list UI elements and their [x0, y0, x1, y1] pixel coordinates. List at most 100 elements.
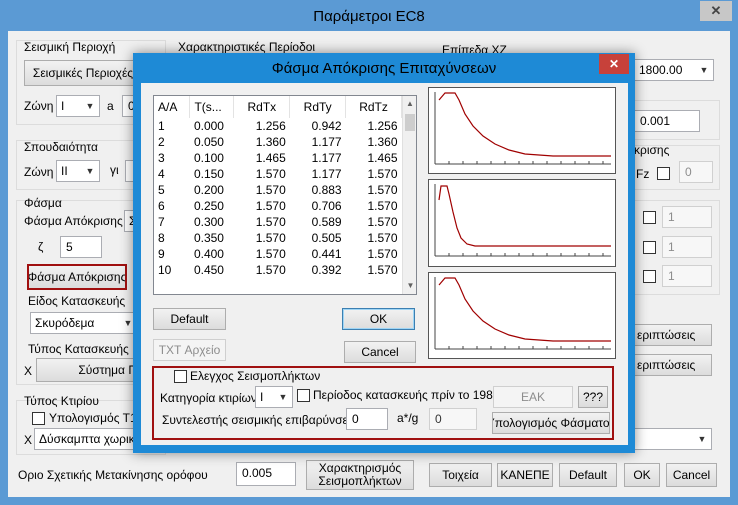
- damaged-checkbox[interactable]: [174, 370, 187, 383]
- building-type-label: Τύπος Κτιρίου: [24, 394, 99, 408]
- importance-zone-select[interactable]: II ▼: [56, 160, 100, 182]
- construction-type-select[interactable]: Σκυρόδεμα ▼: [30, 312, 138, 334]
- table-header: A/A T(s... RdTx RdTy RdTz: [154, 96, 402, 118]
- dialog-close-button[interactable]: ✕: [599, 54, 629, 74]
- spectrum-table[interactable]: A/A T(s... RdTx RdTy RdTz 1 0.000 1.256 0.9…: [153, 95, 417, 295]
- drift-input[interactable]: 0.005: [236, 462, 296, 486]
- structure-system-button[interactable]: Σύστημα Π: [36, 358, 142, 382]
- table-row[interactable]: 5 0.200 1.570 0.883 1.570: [154, 182, 402, 198]
- table-cell: 0.400: [193, 247, 224, 261]
- characterize-damaged-button[interactable]: Χαρακτηρισμός Σεισμοπλήκτων: [306, 460, 414, 490]
- value-001-input[interactable]: 0.001: [634, 110, 700, 132]
- main-cancel-button[interactable]: Cancel: [666, 463, 717, 487]
- characteristic-periods-label: Χαρακτηριστικές Περίοδοι: [178, 40, 316, 54]
- main-close-button[interactable]: ✕: [700, 1, 732, 21]
- col-header-rdty[interactable]: RdTy: [289, 96, 347, 118]
- col-header-rdtz[interactable]: RdTz: [345, 96, 402, 118]
- main-ok-button[interactable]: OK: [624, 463, 660, 487]
- scroll-thumb[interactable]: [405, 114, 415, 131]
- eak-button[interactable]: ΕΑΚ: [493, 386, 573, 408]
- chevron-down-icon: ▼: [278, 391, 288, 402]
- partial-label: κρισης: [634, 143, 670, 157]
- table-cell: 0.942: [311, 119, 342, 133]
- importance-zone-label: Ζώνη: [24, 165, 54, 179]
- table-row[interactable]: 3 0.100 1.465 1.177 1.465: [154, 150, 402, 166]
- cases-button-2[interactable]: εριπτώσεις: [634, 354, 712, 376]
- spectrum-plot-x-svg: [434, 92, 611, 165]
- txt-file-button[interactable]: TXT Αρχείο: [153, 339, 226, 361]
- table-cell: 1.570: [255, 231, 286, 245]
- right-checkbox-2[interactable]: [643, 241, 656, 254]
- chevron-down-icon: ▼: [697, 433, 707, 444]
- table-row[interactable]: 4 0.150 1.570 1.177 1.570: [154, 166, 402, 182]
- table-row[interactable]: 9 0.400 1.570 0.441 1.570: [154, 246, 402, 262]
- spectrum-grid: A/A T(s... RdTx RdTy RdTz 1 0.000 1.256 0.9…: [154, 96, 402, 278]
- dialog-ok-button[interactable]: OK: [342, 308, 415, 330]
- table-cell: 0.450: [193, 263, 224, 277]
- table-row[interactable]: 8 0.350 1.570 0.505 1.570: [154, 230, 402, 246]
- table-row[interactable]: 10 0.450 1.570 0.392 1.570: [154, 262, 402, 278]
- spectrum-plot-y: [428, 179, 616, 267]
- dialog-default-button[interactable]: Default: [153, 308, 226, 330]
- scroll-up-icon[interactable]: ▲: [403, 96, 416, 112]
- qqq-button[interactable]: ???: [578, 386, 608, 408]
- cases-button-1[interactable]: εριπτώσεις: [634, 324, 712, 346]
- table-cell: 0.300: [193, 215, 224, 229]
- table-cell: 1.570: [367, 167, 398, 181]
- compute-spectrum-button[interactable]: Υπολογισμός Φάσματος: [492, 412, 610, 434]
- table-cell: 1.570: [255, 215, 286, 229]
- zone-select[interactable]: I ▼: [56, 95, 100, 117]
- right-input-3[interactable]: 1: [662, 265, 712, 287]
- response-spectrum-button[interactable]: Φάσμα Απόκρισης: [27, 264, 127, 290]
- col-header-t[interactable]: T(s...: [189, 96, 235, 118]
- table-cell: 10: [158, 263, 172, 277]
- dialog-titlebar: Φάσμα Απόκρισης Επιταχύνσεων: [133, 53, 635, 83]
- right-input-1[interactable]: 1: [662, 206, 712, 228]
- seismic-regions-button[interactable]: Σεισμικές Περιοχές: [24, 60, 142, 86]
- fz-input[interactable]: 0: [679, 161, 713, 183]
- t1-checkbox[interactable]: [32, 412, 45, 425]
- right-bottom-select[interactable]: ▼: [634, 428, 712, 450]
- dialog-cancel-button[interactable]: Cancel: [344, 341, 416, 363]
- main-default-button[interactable]: Default: [559, 463, 617, 487]
- table-row[interactable]: 6 0.250 1.570 0.706 1.570: [154, 198, 402, 214]
- table-cell: 0.200: [193, 183, 224, 197]
- table-cell: 1.570: [367, 231, 398, 245]
- table-cell: 1: [158, 119, 165, 133]
- table-row[interactable]: 1 0.000 1.256 0.942 1.256: [154, 118, 402, 134]
- scroll-down-icon[interactable]: ▼: [403, 278, 416, 294]
- col-header-aa[interactable]: A/A: [154, 96, 191, 118]
- table-cell: 7: [158, 215, 165, 229]
- table-row[interactable]: 2 0.050 1.360 1.177 1.360: [154, 134, 402, 150]
- right-checkbox-3[interactable]: [643, 270, 656, 283]
- ag-input[interactable]: 0: [429, 408, 477, 430]
- building-x-select[interactable]: Δύσκαμπτα χωρικά: [34, 428, 142, 450]
- table-cell: 8: [158, 231, 165, 245]
- level-xz-select[interactable]: 1800.00 ▼: [634, 59, 714, 81]
- spectrum-curve-z: [438, 277, 611, 342]
- building-category-label: Κατηγορία κτιρίων: [160, 391, 257, 405]
- building-category-select[interactable]: I ▼: [255, 386, 293, 408]
- main-title: Παράμετροι EC8: [313, 7, 425, 25]
- before-1985-label: Περίοδος κατασκευής πρίν το 1985: [313, 388, 500, 402]
- col-header-rdtx[interactable]: RdTx: [233, 96, 291, 118]
- table-cell: 1.570: [367, 247, 398, 261]
- structure-type-label: Τύπος Κατασκευής: [28, 342, 129, 356]
- fz-checkbox[interactable]: [657, 167, 670, 180]
- zeta-label: ζ: [38, 240, 44, 254]
- zeta-input[interactable]: 5: [60, 236, 102, 258]
- seismic-factor-input[interactable]: 0: [346, 408, 388, 430]
- right-input-2[interactable]: 1: [662, 236, 712, 258]
- table-cell: 1.465: [367, 151, 398, 165]
- right-checkbox-1[interactable]: [643, 211, 656, 224]
- seismic-region-label: Σεισμική Περιοχή: [24, 40, 116, 54]
- table-cell: 0.150: [193, 167, 224, 181]
- table-row[interactable]: 7 0.300 1.570 0.589 1.570: [154, 214, 402, 230]
- table-cell: 1.570: [367, 183, 398, 197]
- walls-button[interactable]: Τοιχεία: [429, 463, 492, 487]
- table-cell: 1.360: [255, 135, 286, 149]
- table-scrollbar[interactable]: ▲ ▼: [402, 96, 416, 294]
- table-cell: 9: [158, 247, 165, 261]
- before-1985-checkbox[interactable]: [297, 389, 310, 402]
- kanepe-button[interactable]: ΚΑΝΕΠΕ: [497, 463, 553, 487]
